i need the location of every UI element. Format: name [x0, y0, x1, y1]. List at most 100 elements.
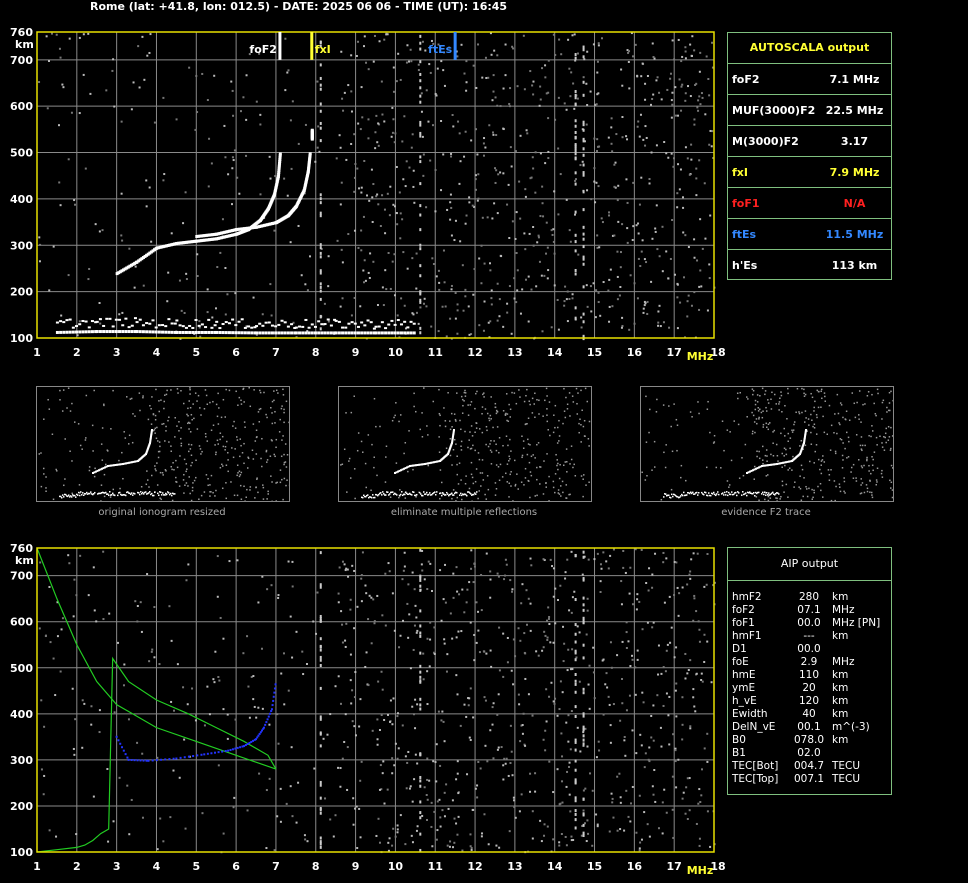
noise-dot — [800, 464, 803, 467]
noise-dot — [421, 549, 424, 552]
noise-dot — [456, 392, 458, 394]
noise-dot — [785, 448, 787, 451]
noise-dot — [680, 85, 683, 88]
noise-dot — [381, 113, 384, 116]
noise-dot — [565, 484, 568, 486]
noise-dot — [468, 581, 471, 584]
noise-dot — [607, 136, 610, 139]
noise-dot — [764, 393, 766, 396]
noise-dot — [770, 398, 772, 401]
noise-dot — [289, 241, 292, 244]
noise-dot — [255, 486, 257, 488]
noise-dot — [277, 596, 280, 599]
noise-dot — [668, 405, 670, 407]
noise-dot — [589, 772, 592, 775]
noise-dot — [471, 476, 474, 479]
trace-point — [151, 330, 155, 334]
noise-dot — [419, 264, 422, 268]
noise-dot — [751, 430, 754, 433]
noise-dot — [514, 237, 517, 240]
noise-dot — [564, 835, 567, 838]
noise-dot — [544, 399, 546, 402]
noise-dot — [771, 391, 773, 394]
noise-dot — [543, 274, 546, 277]
noise-dot — [557, 328, 560, 331]
noise-dot — [449, 218, 452, 221]
noise-dot — [582, 734, 585, 738]
noise-dot — [555, 453, 557, 456]
noise-dot — [319, 246, 322, 250]
noise-dot — [111, 69, 114, 72]
noise-dot — [203, 407, 206, 410]
noise-dot — [658, 304, 661, 307]
trace-point — [160, 491, 162, 494]
noise-dot — [804, 410, 807, 412]
autoscala-title: AUTOSCALA output — [728, 33, 891, 64]
noise-dot — [876, 481, 878, 483]
noise-dot — [608, 214, 611, 217]
noise-dot — [582, 208, 585, 212]
trace-point — [718, 493, 720, 496]
noise-dot — [88, 469, 91, 472]
noise-dot — [527, 417, 530, 420]
noise-dot — [666, 643, 669, 646]
noise-dot — [154, 465, 156, 467]
trace-point — [374, 325, 378, 328]
noise-dot — [350, 411, 353, 414]
noise-dot — [639, 265, 642, 268]
trace-point — [412, 322, 416, 325]
noise-dot — [249, 489, 251, 491]
noise-dot — [573, 33, 576, 36]
noise-dot — [574, 157, 577, 161]
noise-dot — [685, 786, 688, 789]
aip-trace-point — [179, 756, 182, 759]
trace-point — [135, 330, 139, 334]
aip-trace-point — [168, 758, 171, 761]
noise-dot — [353, 176, 356, 179]
trace-point — [442, 492, 444, 494]
noise-dot — [413, 201, 416, 204]
noise-dot — [578, 680, 581, 683]
trace-point — [473, 493, 475, 496]
noise-dot — [664, 670, 667, 673]
trace-point — [724, 491, 726, 494]
trace-point — [90, 491, 92, 493]
noise-dot — [341, 463, 344, 466]
noise-dot — [453, 438, 456, 441]
trace-point — [717, 491, 719, 493]
noise-dot — [756, 450, 758, 453]
aip-cell: Ewidth — [732, 708, 768, 720]
noise-dot — [316, 80, 319, 83]
noise-dot — [464, 395, 467, 397]
noise-dot — [565, 298, 568, 301]
noise-dot — [469, 833, 472, 836]
trace-point — [68, 494, 70, 496]
noise-dot — [608, 830, 611, 833]
noise-dot — [493, 440, 495, 442]
trace-point — [200, 323, 204, 326]
noise-dot — [454, 317, 457, 320]
noise-dot — [400, 297, 403, 300]
trace-point — [191, 326, 195, 329]
noise-dot — [693, 238, 696, 241]
noise-dot — [283, 463, 285, 466]
noise-dot — [72, 747, 75, 750]
noise-dot — [444, 420, 447, 422]
noise-dot — [807, 418, 810, 420]
trace-point — [247, 331, 251, 335]
noise-dot — [421, 569, 424, 572]
trace-point — [145, 330, 149, 334]
noise-dot — [239, 484, 242, 487]
trace-point — [108, 317, 112, 320]
noise-dot — [460, 449, 463, 451]
noise-dot — [146, 470, 148, 472]
aip-trace-point — [160, 758, 163, 761]
noise-dot — [466, 773, 469, 776]
aip-cell: foF2 — [732, 604, 755, 616]
trace-point — [62, 330, 66, 334]
noise-dot — [189, 492, 191, 495]
noise-dot — [657, 827, 660, 830]
trace-point — [105, 491, 107, 494]
x-tick-label: 6 — [232, 860, 240, 873]
noise-dot — [469, 431, 471, 433]
